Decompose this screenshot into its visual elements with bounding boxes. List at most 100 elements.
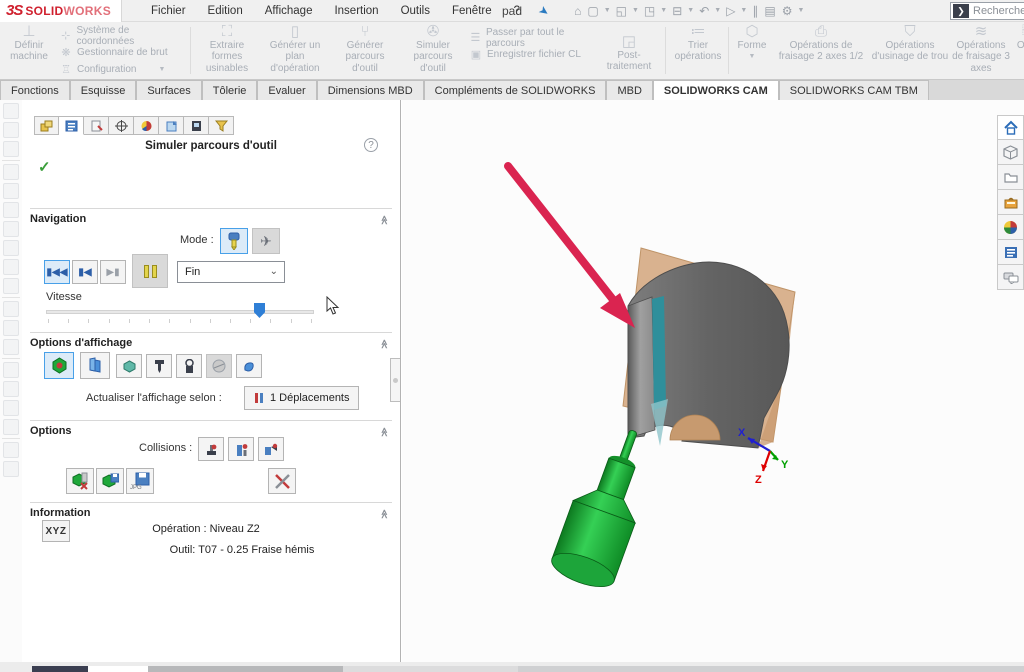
go-to-start-button[interactable]: ▮◀◀ [44, 260, 70, 284]
simulate-toolpath-button[interactable]: ✇ Simuler parcours d'outil [402, 26, 464, 74]
tab-cam-operation-tree[interactable] [184, 116, 209, 135]
coordinate-system-button[interactable]: ⊹Système de coordonnées [58, 28, 186, 43]
help-icon[interactable]: ? [364, 138, 378, 152]
save-cl-button[interactable]: ▣Enregistrer fichier CL [468, 47, 598, 62]
collision-continue-button[interactable] [258, 437, 284, 461]
open-icon[interactable]: ◱ [613, 4, 630, 18]
menu-fichier[interactable]: Fichier [140, 2, 197, 20]
tool-mode-button[interactable] [220, 228, 248, 254]
display-holder-button[interactable] [176, 354, 202, 378]
new-document-icon[interactable]: ▢ [584, 4, 601, 18]
navigation-section-header[interactable]: Navigation ≪ [30, 208, 392, 225]
save-image-button[interactable]: JPG [126, 468, 154, 494]
open-dropdown-icon[interactable]: ▼ [630, 7, 641, 14]
solidworks-logo[interactable]: 3S SOLIDWORKS [0, 0, 122, 22]
tab-esquisse[interactable]: Esquisse [70, 80, 137, 100]
options-gear-icon[interactable]: ⚙ [779, 4, 796, 18]
print-dropdown-icon[interactable]: ▼ [685, 7, 696, 14]
menu-insertion[interactable]: Insertion [323, 2, 389, 20]
left-toolbar-icon[interactable] [3, 381, 19, 397]
tab-configurationmanager[interactable] [84, 116, 109, 135]
taskpane-design-library-tab[interactable] [997, 165, 1024, 190]
step-back-button[interactable]: ▮◀ [72, 260, 98, 284]
save-dropdown-icon[interactable]: ▼ [658, 7, 669, 14]
left-toolbar-icon[interactable] [3, 278, 19, 294]
left-toolbar-icon[interactable] [3, 461, 19, 477]
feature-button[interactable]: ⬡ Forme ▼ [732, 26, 772, 63]
home-icon[interactable]: ⌂ [571, 4, 584, 18]
left-toolbar-icon[interactable] [3, 339, 19, 355]
display-rapid-moves-button[interactable] [206, 354, 232, 378]
generate-toolpath-button[interactable]: ⑂ Générer parcours d'outil [332, 26, 398, 74]
left-toolbar-icon[interactable] [3, 259, 19, 275]
speed-slider-track[interactable] [46, 310, 314, 314]
step-forward-button[interactable]: ▶▮ [100, 260, 126, 284]
undo-dropdown-icon[interactable]: ▼ [712, 7, 723, 14]
collapse-chevron-icon[interactable]: ≪ [378, 215, 389, 223]
left-toolbar-icon[interactable] [3, 320, 19, 336]
tab-cam-feature-tree[interactable] [159, 116, 184, 135]
properties-icon[interactable]: ▤ [761, 4, 778, 18]
left-toolbar-icon[interactable] [3, 103, 19, 119]
hole-machining-button[interactable]: ⛉ Opérations d'usinage de trou [868, 26, 952, 63]
extract-features-button[interactable]: ⛶ Extraire formes usinables [196, 26, 258, 74]
new-dropdown-icon[interactable]: ▼ [602, 7, 613, 14]
print-icon[interactable]: ⊟ [669, 4, 685, 18]
tab-fonctions[interactable]: Fonctions [0, 80, 70, 100]
collapse-chevron-icon[interactable]: ≪ [378, 339, 389, 347]
moves-count-button[interactable]: 1 Déplacements [244, 386, 359, 410]
configuration-button[interactable]: ♖Configuration▼ [58, 62, 186, 77]
taskpane-home-tab[interactable] [997, 115, 1024, 140]
tab-surfaces[interactable]: Surfaces [136, 80, 201, 100]
left-toolbar-icon[interactable] [3, 419, 19, 435]
panel-splitter[interactable] [400, 100, 401, 662]
stock-manager-button[interactable]: ❋Gestionnaire de brut [58, 45, 186, 60]
post-process-button[interactable]: ◲ Post-traitement [598, 36, 660, 73]
tab-displaymanager[interactable] [134, 116, 159, 135]
display-stock-button[interactable] [116, 354, 142, 378]
options-section-header[interactable]: Options ≪ [30, 420, 392, 437]
left-toolbar-icon[interactable] [3, 164, 19, 180]
select-dropdown-icon[interactable]: ▼ [738, 7, 749, 14]
information-section-header[interactable]: Information ≪ [30, 502, 392, 519]
save-simulated-part-button[interactable] [96, 468, 124, 494]
collision-pause-button[interactable] [228, 437, 254, 461]
collision-stop-button[interactable] [198, 437, 224, 461]
tab-solidworks-cam[interactable]: SOLIDWORKS CAM [653, 80, 779, 100]
display-target-part-button[interactable] [44, 352, 74, 379]
search-box[interactable]: ❯ Rechercher [950, 2, 1024, 20]
left-toolbar-icon[interactable] [3, 362, 19, 378]
left-toolbar-icon[interactable] [3, 122, 19, 138]
display-tool-button[interactable] [146, 354, 172, 378]
left-toolbar-icon[interactable] [3, 442, 19, 458]
mill-25axis-button[interactable]: ⎙ Opérations de fraisage 2 axes 1/2 [776, 26, 866, 63]
configuration-dropdown-icon[interactable]: ▼ [158, 66, 165, 73]
taskpane-forum-tab[interactable] [997, 265, 1024, 290]
speed-slider-handle[interactable] [254, 303, 265, 318]
left-toolbar-icon[interactable] [3, 141, 19, 157]
cutting-tool[interactable] [548, 420, 665, 594]
left-toolbar-icon[interactable] [3, 240, 19, 256]
menu-help[interactable]: ? [503, 2, 531, 20]
sort-operations-button[interactable]: ≔ Trier opérations [672, 26, 724, 63]
graphics-viewport[interactable]: X Y Z [402, 100, 1024, 662]
taskpane-appearances-tab[interactable] [997, 215, 1024, 240]
ok-button[interactable]: ✓ [38, 158, 51, 176]
undo-icon[interactable]: ↶ [696, 4, 712, 18]
left-toolbar-icon[interactable] [3, 301, 19, 317]
compare-remove-button[interactable] [66, 468, 94, 494]
display-section-view-button[interactable] [80, 352, 110, 379]
tab-solidworks-cam-tbm[interactable]: SOLIDWORKS CAM TBM [779, 80, 929, 100]
left-toolbar-icon[interactable] [3, 202, 19, 218]
menu-fenetre[interactable]: Fenêtre [441, 2, 503, 20]
tab-mbd[interactable]: MBD [606, 80, 652, 100]
search-icon[interactable]: ❯ [953, 4, 969, 18]
tab-evaluer[interactable]: Evaluer [257, 80, 316, 100]
taskpane-toolbox-tab[interactable] [997, 190, 1024, 215]
collapse-chevron-icon[interactable]: ≪ [378, 509, 389, 517]
collapse-chevron-icon[interactable]: ≪ [378, 427, 389, 435]
tab-featuremanager[interactable] [34, 116, 59, 135]
select-icon[interactable]: ▷ [723, 4, 738, 18]
tab-propertymanager[interactable] [59, 116, 84, 135]
ribbon-truncated-button[interactable]: ⎗ Opér [1008, 26, 1024, 51]
